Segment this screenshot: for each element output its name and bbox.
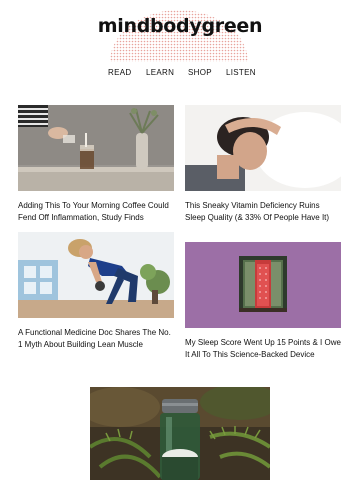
logo-header[interactable]: mindbodygreen <box>0 0 360 62</box>
article-card-lean-muscle[interactable]: A Functional Medicine Doc Shares The No.… <box>18 232 174 350</box>
article-title[interactable]: A Functional Medicine Doc Shares The No.… <box>18 327 174 350</box>
nav-learn[interactable]: LEARN <box>146 68 174 77</box>
red-light-device-photo[interactable] <box>185 242 341 328</box>
article-card-coffee[interactable]: Adding This To Your Morning Coffee Could… <box>18 105 174 223</box>
article-title[interactable]: Adding This To Your Morning Coffee Could… <box>18 200 174 223</box>
woman-in-bed-photo[interactable] <box>185 105 341 191</box>
woman-lifting-weights-photo[interactable] <box>18 232 174 318</box>
article-card-sleep-score[interactable]: My Sleep Score Went Up 15 Points & I Owe… <box>185 242 341 360</box>
nav-read[interactable]: READ <box>108 68 131 77</box>
nav-shop[interactable]: SHOP <box>188 68 212 77</box>
brand-logo[interactable]: mindbodygreen <box>0 15 360 37</box>
article-title[interactable]: My Sleep Score Went Up 15 Points & I Owe… <box>185 337 341 360</box>
article-card-sleep-vitamin[interactable]: This Sneaky Vitamin Deficiency Ruins Sle… <box>185 105 341 223</box>
coffee-pour-photo[interactable] <box>18 105 174 191</box>
article-title[interactable]: This Sneaky Vitamin Deficiency Ruins Sle… <box>185 200 341 223</box>
green-bottle-in-ferns-photo[interactable] <box>90 387 270 480</box>
nav-listen[interactable]: LISTEN <box>226 68 256 77</box>
